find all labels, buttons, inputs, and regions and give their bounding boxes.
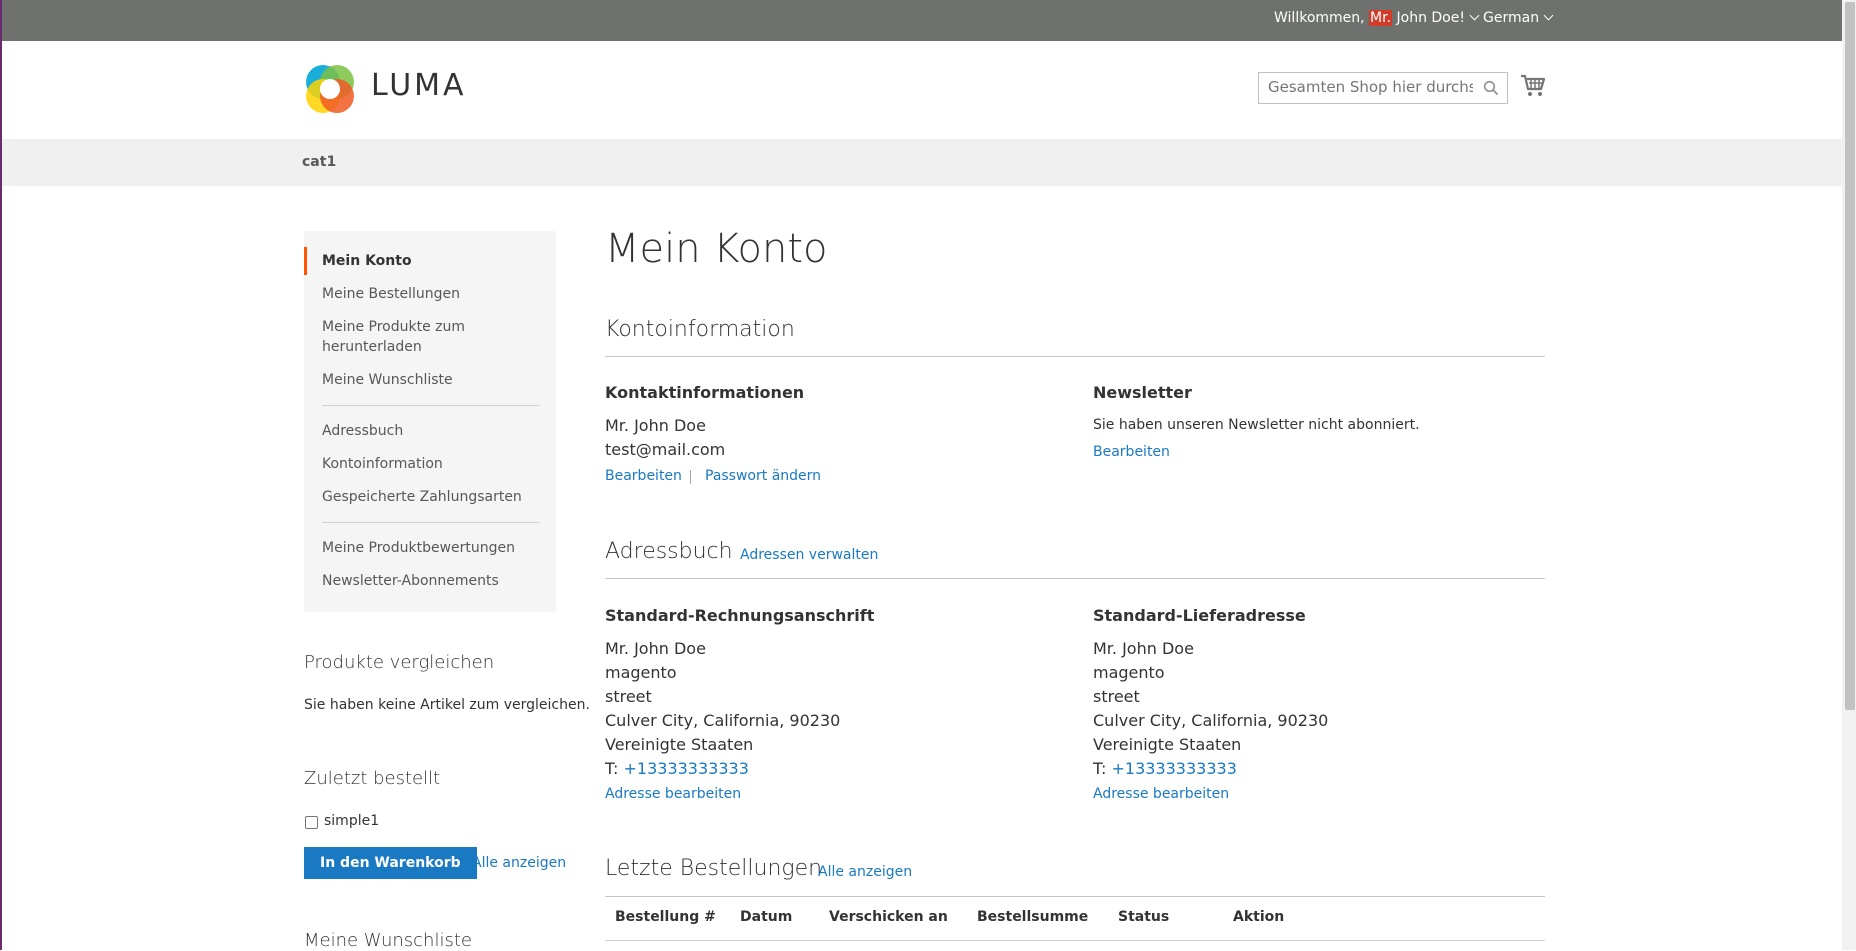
phone-prefix: T:	[1093, 759, 1112, 778]
column-header-order-number: Bestellung #	[615, 909, 716, 925]
column-header-order-total: Bestellsumme	[977, 909, 1089, 925]
column-header-action: Aktion	[1233, 909, 1285, 925]
shipping-line: street	[1093, 687, 1140, 706]
sidebar-item-newsletter[interactable]: Newsletter-Abonnements	[322, 571, 499, 591]
cart-icon[interactable]	[1520, 74, 1546, 98]
sidebar-item-my-wishlist[interactable]: Meine Wunschliste	[322, 370, 453, 390]
greet-highlight: Mr.	[1369, 10, 1393, 26]
contact-name: Mr. John Doe	[605, 416, 706, 435]
search-box	[1258, 72, 1508, 104]
reorder-view-all-link[interactable]: Alle anzeigen	[472, 855, 566, 871]
active-marker	[304, 247, 307, 275]
billing-address-title: Standard-Rechnungsanschrift	[605, 606, 875, 625]
compare-empty-text: Sie haben keine Artikel zum vergleichen.	[304, 697, 590, 713]
wishlist-title: Meine Wunschliste	[304, 930, 472, 951]
newsletter-status-text: Sie haben unseren Newsletter nicht abonn…	[1093, 417, 1420, 433]
shipping-line: Culver City, California, 90230	[1093, 711, 1329, 730]
billing-phone-line: T: +13333333333	[605, 759, 749, 778]
phone-prefix: T:	[605, 759, 624, 778]
table-header-border	[605, 940, 1545, 941]
divider	[605, 896, 1545, 897]
billing-phone-link[interactable]: +13333333333	[624, 759, 749, 778]
sidebar-item-product-reviews[interactable]: Meine Produktbewertungen	[322, 538, 515, 558]
sidebar-item-my-downloads[interactable]: Meine Produkte zum herunterladen	[322, 317, 482, 357]
logo-text[interactable]: LUMA	[371, 68, 467, 103]
greet-prefix: Willkommen,	[1274, 10, 1370, 26]
compare-title: Produkte vergleichen	[304, 652, 495, 673]
language-label: German	[1483, 10, 1540, 26]
search-icon[interactable]	[1483, 80, 1499, 96]
change-password-link[interactable]: Passwort ändern	[705, 468, 821, 484]
sidebar-item-account-info[interactable]: Kontoinformation	[322, 454, 443, 474]
top-bar: Willkommen, Mr. John Doe! German	[2, 0, 1842, 41]
sidebar-item-my-orders[interactable]: Meine Bestellungen	[322, 284, 460, 304]
reorder-checkbox[interactable]	[305, 816, 318, 829]
shipping-line: Vereinigte Staaten	[1093, 735, 1242, 754]
reorder-item-name[interactable]: simple1	[324, 813, 379, 829]
nav-item-cat1[interactable]: cat1	[302, 154, 336, 170]
sidebar-item-address-book[interactable]: Adressbuch	[322, 421, 403, 441]
chevron-down-icon	[1469, 10, 1480, 21]
search-input[interactable]	[1259, 73, 1473, 101]
reorder-title: Zuletzt bestellt	[304, 768, 441, 789]
orders-view-all-link[interactable]: Alle anzeigen	[818, 864, 912, 880]
add-to-cart-button[interactable]: In den Warenkorb	[304, 847, 477, 879]
shipping-phone-link[interactable]: +13333333333	[1112, 759, 1237, 778]
contact-email: test@mail.com	[605, 440, 726, 459]
divider	[605, 578, 1545, 579]
account-info-title: Kontoinformation	[605, 317, 795, 342]
language-switcher[interactable]: German	[1483, 10, 1554, 26]
greet-suffix: John Doe!	[1392, 10, 1465, 26]
category-nav: cat1	[2, 139, 1842, 186]
shipping-phone-line: T: +13333333333	[1093, 759, 1237, 778]
billing-line: magento	[605, 663, 677, 682]
billing-line: Culver City, California, 90230	[605, 711, 841, 730]
shipping-line: Mr. John Doe	[1093, 639, 1194, 658]
edit-contact-link[interactable]: Bearbeiten	[605, 468, 682, 484]
sidebar-item-payment-methods[interactable]: Gespeicherte Zahlungsarten	[322, 487, 522, 507]
customer-menu-toggle[interactable]: Willkommen, Mr. John Doe!	[1274, 10, 1480, 26]
account-nav: Mein Konto Meine Bestellungen Meine Prod…	[304, 231, 556, 612]
billing-line: Mr. John Doe	[605, 639, 706, 658]
column-header-date: Datum	[740, 909, 793, 925]
column-header-status: Status	[1118, 909, 1170, 925]
billing-line: Vereinigte Staaten	[605, 735, 754, 754]
chevron-down-icon	[1543, 10, 1554, 21]
divider	[322, 405, 540, 406]
billing-line: street	[605, 687, 652, 706]
column-header-ship-to: Verschicken an	[829, 909, 948, 925]
edit-newsletter-link[interactable]: Bearbeiten	[1093, 444, 1170, 460]
page-scrollbar[interactable]	[1842, 0, 1856, 950]
shipping-line: magento	[1093, 663, 1165, 682]
sidebar-item-my-account[interactable]: Mein Konto	[322, 251, 412, 271]
link-separator	[690, 470, 691, 484]
edit-shipping-address-link[interactable]: Adresse bearbeiten	[1093, 786, 1229, 802]
shipping-address-title: Standard-Lieferadresse	[1093, 606, 1306, 625]
scrollbar-thumb[interactable]	[1845, 2, 1855, 710]
divider	[322, 522, 540, 523]
recent-orders-title: Letzte Bestellungen	[605, 856, 823, 881]
contact-info-title: Kontaktinformationen	[605, 383, 805, 402]
luma-logo-icon[interactable]	[304, 63, 356, 115]
manage-addresses-link[interactable]: Adressen verwalten	[740, 547, 878, 563]
page-title: Mein Konto	[605, 226, 828, 272]
address-book-title: Adressbuch	[605, 539, 733, 564]
divider	[605, 356, 1545, 357]
edit-billing-address-link[interactable]: Adresse bearbeiten	[605, 786, 741, 802]
newsletter-title: Newsletter	[1093, 383, 1192, 402]
